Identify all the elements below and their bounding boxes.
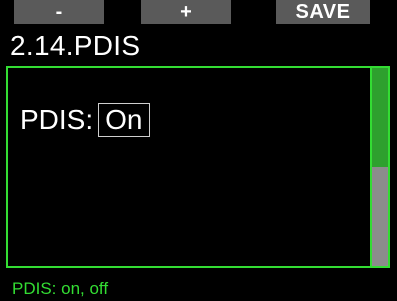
setting-label: PDIS: bbox=[20, 104, 94, 135]
options-hint: PDIS: on, off bbox=[12, 279, 109, 298]
scrollbar-thumb[interactable] bbox=[372, 68, 388, 167]
decrease-button[interactable]: - bbox=[14, 0, 104, 24]
save-button[interactable]: SAVE bbox=[276, 0, 370, 24]
pdis-setting-row: PDIS: On bbox=[20, 102, 150, 138]
setting-value-field[interactable]: On bbox=[98, 103, 150, 137]
increase-button[interactable]: + bbox=[141, 0, 231, 24]
page-title: 2.14.PDIS bbox=[10, 30, 141, 61]
setting-panel: PDIS: On bbox=[6, 66, 390, 268]
softkey-bar: - + SAVE bbox=[0, 0, 397, 34]
scrollbar[interactable] bbox=[370, 68, 388, 266]
